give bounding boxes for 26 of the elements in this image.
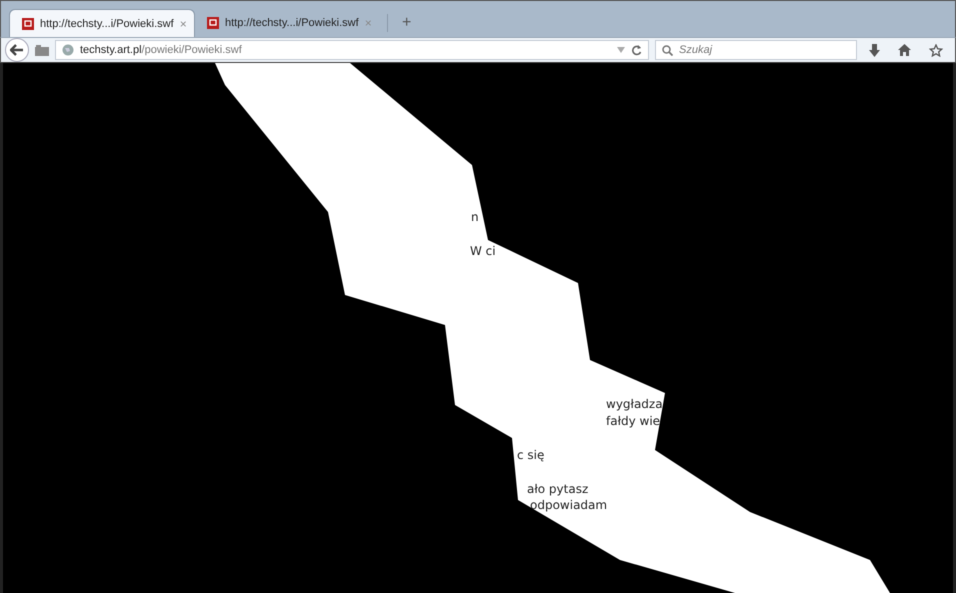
back-button[interactable] (5, 38, 29, 62)
home-icon[interactable] (898, 44, 911, 56)
reload-icon[interactable] (631, 44, 642, 56)
star-icon[interactable] (929, 44, 943, 56)
url-text: techsty.art.pl/powieki/Powieki.swf (80, 44, 242, 56)
new-tab-button[interactable]: + (394, 14, 420, 37)
globe-icon (62, 44, 74, 56)
download-icon[interactable] (869, 44, 880, 56)
poem-text: wygładza (606, 397, 663, 412)
poem-text: ało pytasz (527, 482, 588, 497)
poem-text: W ci (470, 244, 496, 259)
back-arrow-icon (10, 44, 24, 56)
browser-tab[interactable]: http://techsty...i/Powieki.swf × (195, 9, 381, 37)
address-field[interactable]: techsty.art.pl/powieki/Powieki.swf (55, 40, 649, 60)
search-icon (662, 44, 673, 56)
page-icon (207, 17, 219, 29)
folder-icon[interactable] (35, 44, 49, 56)
browser-tab[interactable]: http://techsty...i/Powieki.swf × (9, 9, 195, 37)
tab-title: http://techsty...i/Powieki.swf (225, 17, 359, 29)
poem-text: n (471, 210, 479, 225)
poem-text: odpowiadam (530, 498, 608, 513)
poem-text: fałdy wie (606, 414, 660, 429)
poem-text: c się (517, 448, 544, 463)
tab-title: http://techsty...i/Powieki.swf (40, 18, 174, 30)
search-field[interactable]: Szukaj (655, 40, 857, 60)
page-icon (22, 18, 34, 30)
